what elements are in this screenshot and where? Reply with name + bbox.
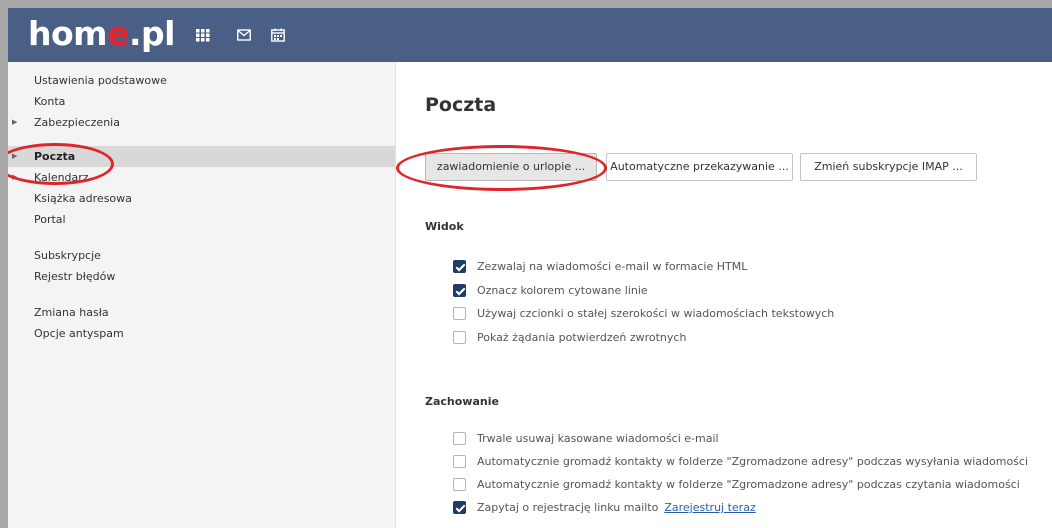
checkbox[interactable] bbox=[453, 284, 466, 297]
imap-subscriptions-button[interactable]: Zmień subskrypcje IMAP ... bbox=[800, 153, 977, 181]
sidebar-item-mail[interactable]: ▶ Poczta bbox=[8, 146, 395, 167]
checkbox[interactable] bbox=[453, 478, 466, 491]
sidebar-item-change-password[interactable]: Zmiana hasła bbox=[8, 302, 395, 323]
sidebar-item-accounts[interactable]: Konta bbox=[8, 91, 395, 112]
mail-icon[interactable] bbox=[237, 28, 251, 42]
checkbox[interactable] bbox=[453, 260, 466, 273]
expand-arrow-icon[interactable]: ▶ bbox=[12, 146, 17, 167]
page-title: Poczta bbox=[425, 94, 497, 116]
logo[interactable]: home.pl bbox=[28, 14, 175, 54]
app-window: home.pl Ustawienia podstawowe Konta ▶ Zab… bbox=[8, 8, 1052, 528]
checkbox[interactable] bbox=[453, 307, 466, 320]
vacation-notice-button[interactable]: zawiadomienie o urlopie ... bbox=[425, 153, 597, 181]
calendar-icon[interactable] bbox=[271, 28, 285, 42]
expand-arrow-icon[interactable]: ▶ bbox=[12, 112, 17, 133]
top-bar: home.pl bbox=[8, 8, 1052, 62]
sidebar-item-security[interactable]: ▶ Zabezpieczenia bbox=[8, 112, 395, 133]
sidebar-item-address-book[interactable]: Książka adresowa bbox=[8, 188, 395, 209]
sidebar-item-subscriptions[interactable]: Subskrypcje bbox=[8, 245, 395, 266]
sidebar-item-error-log[interactable]: Rejestr błędów bbox=[8, 266, 395, 287]
sidebar-item-basic-settings[interactable]: Ustawienia podstawowe bbox=[8, 70, 395, 91]
apps-grid-icon[interactable] bbox=[196, 28, 210, 42]
auto-forwarding-button[interactable]: Automatyczne przekazywanie ... bbox=[606, 153, 793, 181]
checkbox[interactable] bbox=[453, 501, 466, 514]
checkbox[interactable] bbox=[453, 432, 466, 445]
expand-arrow-icon[interactable]: ▶ bbox=[12, 167, 17, 188]
checkbox[interactable] bbox=[453, 331, 466, 344]
sidebar-item-portal[interactable]: Portal bbox=[8, 209, 395, 230]
settings-sidebar: Ustawienia podstawowe Konta ▶ Zabezpiecze… bbox=[8, 62, 396, 528]
section-heading-behavior: Zachowanie bbox=[425, 395, 499, 408]
sidebar-item-calendar[interactable]: ▶ Kalendarz bbox=[8, 167, 395, 188]
section-heading-view: Widok bbox=[425, 220, 464, 233]
sidebar-item-antispam[interactable]: Opcje antyspam bbox=[8, 323, 395, 344]
main-content: Poczta zawiadomienie o urlopie ... Autom… bbox=[425, 94, 1029, 514]
checkbox[interactable] bbox=[453, 455, 466, 468]
register-now-link[interactable]: Zarejestruj teraz bbox=[664, 501, 755, 514]
